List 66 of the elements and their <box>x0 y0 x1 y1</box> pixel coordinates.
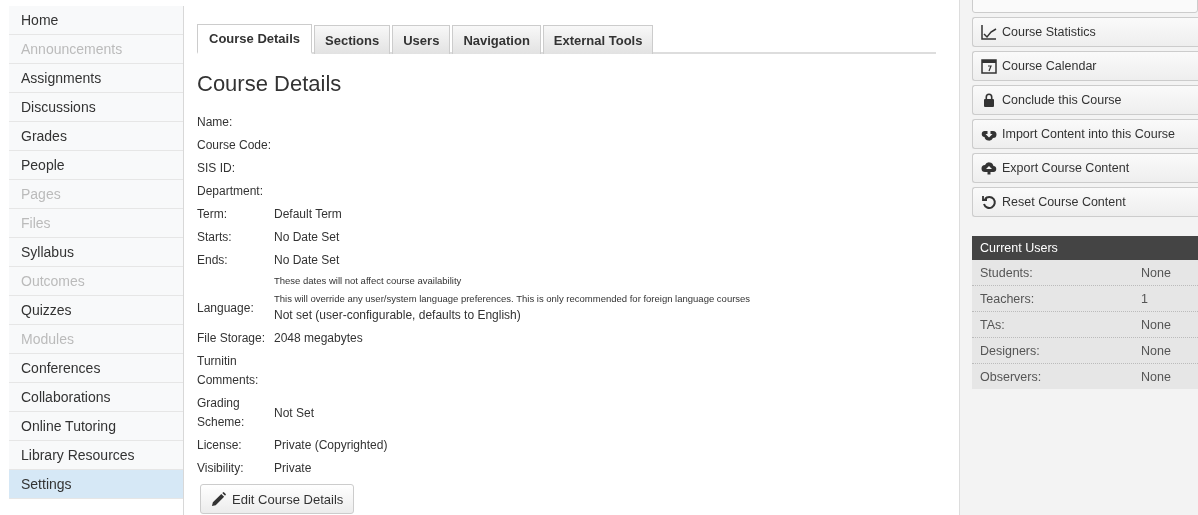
field-label: Name: <box>197 114 234 131</box>
field-value: No Date Set <box>274 229 341 246</box>
role-label: Teachers: <box>980 291 1036 306</box>
role-count: None <box>1141 369 1171 384</box>
role-label: TAs: <box>980 317 1006 332</box>
sidebar-item[interactable]: Quizzes <box>9 296 183 325</box>
field-label: Department: <box>197 183 265 200</box>
action-button[interactable]: Conclude this Course <box>972 85 1198 115</box>
sidebar-item[interactable]: People <box>9 151 183 180</box>
role-label: Observers: <box>980 369 1043 384</box>
action-button[interactable]: Course Calendar <box>972 51 1198 81</box>
button-edge[interactable] <box>972 0 1198 13</box>
edit-course-details-button[interactable]: Edit Course Details <box>200 484 355 514</box>
hint-text: This will override any user/system language preferences. This is only recommended for foreign language courses <box>274 292 752 306</box>
sidebar-item[interactable]: Online Tutoring <box>9 412 183 441</box>
action-button[interactable]: Export Course Content <box>972 153 1198 183</box>
field-label: Visibility: <box>197 460 245 477</box>
field-label: Starts: <box>197 229 233 246</box>
role-count: None <box>1141 317 1171 332</box>
tab[interactable]: Course Details <box>197 24 313 54</box>
field-label: SIS ID: <box>197 160 236 177</box>
sidebar-item[interactable]: Collaborations <box>9 383 183 412</box>
tab[interactable]: Navigation <box>452 25 541 54</box>
cloud-upload-icon <box>981 160 997 176</box>
role-count: None <box>1141 343 1171 358</box>
pencil-icon <box>211 491 226 507</box>
sidebar-item[interactable]: Settings <box>9 470 183 499</box>
role-label: Students: <box>980 265 1034 280</box>
field-label: Course Code: <box>197 137 273 154</box>
field-label: Grading Scheme: <box>197 395 246 431</box>
hint-text: These dates will not affect course availability <box>274 274 463 288</box>
panel-header: Current Users <box>972 236 1198 260</box>
field-value: Not Set <box>274 404 316 422</box>
sidebar-item[interactable]: Grades <box>9 122 183 151</box>
sidebar-item[interactable]: Library Resources <box>9 441 183 470</box>
field-value: Not set (user-configurable, defaults to English) <box>274 307 522 324</box>
calendar-icon <box>981 58 997 74</box>
field-value: No Date Set <box>274 252 341 269</box>
sidebar-item[interactable]: Discussions <box>9 93 183 122</box>
action-button[interactable]: Reset Course Content <box>972 187 1198 217</box>
field-label: Ends: <box>197 252 229 269</box>
sidebar-item[interactable]: Conferences <box>9 354 183 383</box>
role-label: Designers: <box>980 343 1041 358</box>
sidebar-item[interactable]: Assignments <box>9 64 183 93</box>
role-count: None <box>1141 265 1171 280</box>
field-label: Turnitin Comments: <box>197 353 260 389</box>
tab[interactable]: External Tools <box>542 25 654 54</box>
sidebar-item[interactable]: Home <box>9 6 183 35</box>
field-value: Private <box>274 460 313 477</box>
field-value: Default Term <box>274 206 343 223</box>
tab[interactable]: Users <box>392 25 451 54</box>
tab[interactable]: Sections <box>314 25 391 54</box>
page-heading: Course Details <box>197 71 343 97</box>
field-label: Term: <box>197 206 228 223</box>
sidebar-item[interactable]: Syllabus <box>9 238 183 267</box>
action-button[interactable]: Import Content into this Course <box>972 119 1198 149</box>
field-value: Private (Copyrighted) <box>274 437 389 454</box>
field-label: Language: <box>197 300 255 317</box>
reset-icon <box>981 194 997 210</box>
chart-icon <box>981 24 997 40</box>
lock-icon <box>981 92 997 108</box>
role-count: 1 <box>1141 291 1148 306</box>
field-value: 2048 megabytes <box>274 330 364 347</box>
field-label: File Storage: <box>197 330 267 347</box>
action-button[interactable]: Course Statistics <box>972 17 1198 47</box>
field-label: License: <box>197 437 243 454</box>
